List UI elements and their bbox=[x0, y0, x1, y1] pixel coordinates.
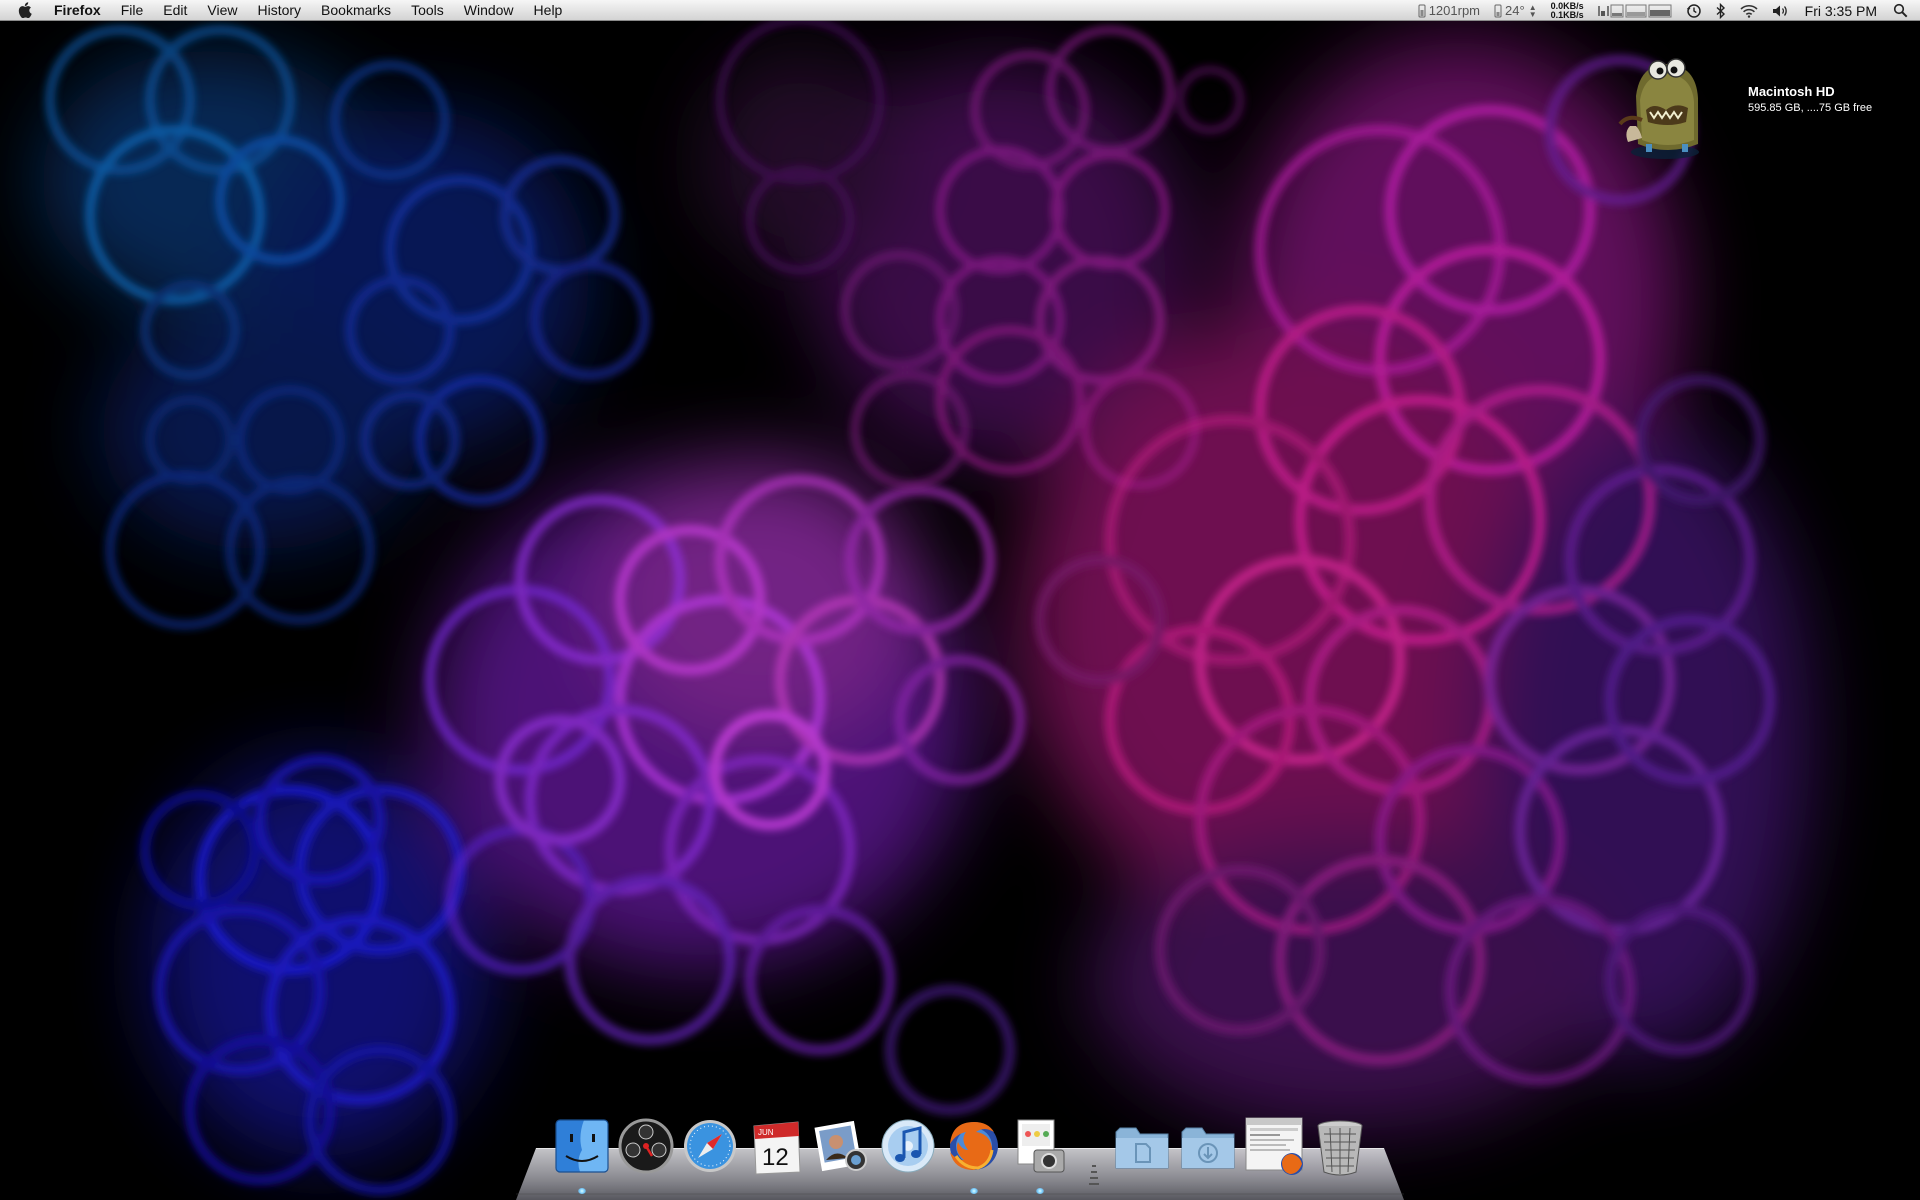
network-status[interactable]: 0.0KB/s 0.1KB/s bbox=[1544, 0, 1591, 21]
finder-running-indicator bbox=[578, 1188, 586, 1194]
downloads-folder-icon[interactable] bbox=[1178, 1116, 1238, 1178]
time-machine-icon bbox=[1686, 3, 1701, 18]
preview-running-indicator bbox=[1036, 1188, 1044, 1194]
fan-icon bbox=[1418, 4, 1426, 17]
menu-history[interactable]: History bbox=[247, 0, 311, 21]
dock: JUN 12 bbox=[516, 1116, 1404, 1200]
menu-bookmarks[interactable]: Bookmarks bbox=[311, 0, 401, 21]
preview-icon[interactable] bbox=[1010, 1116, 1070, 1178]
finder-icon[interactable] bbox=[552, 1116, 612, 1178]
hard-drive-icon bbox=[1618, 58, 1699, 159]
wallpaper bbox=[0, 0, 1920, 1200]
temperature-stepper-icon: ▲ ▼ bbox=[1528, 2, 1537, 19]
wifi-icon bbox=[1740, 4, 1758, 18]
fan-speed-status[interactable]: 1201rpm bbox=[1411, 0, 1487, 21]
cpu-meter-icon bbox=[1597, 4, 1672, 17]
safari-icon[interactable] bbox=[680, 1116, 740, 1178]
network-up-text: 0.1KB/s bbox=[1550, 9, 1584, 20]
temperature-status[interactable]: 24° ▲ ▼ bbox=[1487, 0, 1544, 21]
temperature-text: 24° bbox=[1505, 3, 1525, 18]
activity-meters[interactable] bbox=[1591, 0, 1679, 21]
hd-name: Macintosh HD bbox=[1748, 84, 1835, 99]
firefox-running-indicator bbox=[970, 1188, 978, 1194]
volume-menu[interactable] bbox=[1765, 0, 1795, 21]
itunes-icon[interactable] bbox=[878, 1116, 938, 1178]
menu-help[interactable]: Help bbox=[524, 0, 573, 21]
menu-extras: 1201rpm 24° ▲ ▼ 0.0KB/s 0.1KB/s Fri 3:35… bbox=[1411, 0, 1920, 21]
bluetooth-icon bbox=[1716, 2, 1725, 19]
bluetooth-menu[interactable] bbox=[1709, 0, 1733, 21]
firefox-icon[interactable] bbox=[944, 1116, 1004, 1178]
menu-bar: Firefox File Edit View History Bookmarks… bbox=[0, 0, 1920, 21]
calendar-month: JUN bbox=[758, 1128, 774, 1137]
firefox-window-icon[interactable] bbox=[1244, 1116, 1304, 1178]
speaker-icon bbox=[1772, 5, 1787, 16]
menu-edit[interactable]: Edit bbox=[153, 0, 197, 21]
menu-tools[interactable]: Tools bbox=[401, 0, 454, 21]
menu-window[interactable]: Window bbox=[454, 0, 524, 21]
desktop: Firefox File Edit View History Bookmarks… bbox=[0, 0, 1920, 1200]
thermometer-icon bbox=[1494, 4, 1502, 17]
spotlight-menu[interactable] bbox=[1891, 0, 1920, 21]
time-machine-menu[interactable] bbox=[1679, 0, 1709, 21]
fan-speed-text: 1201rpm bbox=[1428, 3, 1481, 18]
menu-clock[interactable]: Fri 3:35 PM bbox=[1795, 0, 1891, 21]
menu-app-name[interactable]: Firefox bbox=[50, 0, 111, 21]
wifi-menu[interactable] bbox=[1733, 0, 1765, 21]
apple-menu-icon[interactable] bbox=[0, 0, 50, 21]
trash-icon[interactable] bbox=[1310, 1116, 1370, 1178]
menu-file[interactable]: File bbox=[111, 0, 154, 21]
calendar-icon[interactable]: JUN 12 bbox=[746, 1116, 806, 1178]
calendar-day: 12 bbox=[762, 1144, 789, 1171]
hd-label: Macintosh HD 595.85 GB, ....75 GB free bbox=[1748, 84, 1872, 114]
hd-info: 595.85 GB, ....75 GB free bbox=[1748, 102, 1873, 114]
documents-folder-icon[interactable] bbox=[1112, 1116, 1172, 1178]
spotlight-icon bbox=[1893, 3, 1908, 18]
iphoto-icon[interactable] bbox=[812, 1116, 872, 1178]
menu-view[interactable]: View bbox=[197, 0, 247, 21]
dashboard-icon[interactable] bbox=[616, 1116, 676, 1178]
